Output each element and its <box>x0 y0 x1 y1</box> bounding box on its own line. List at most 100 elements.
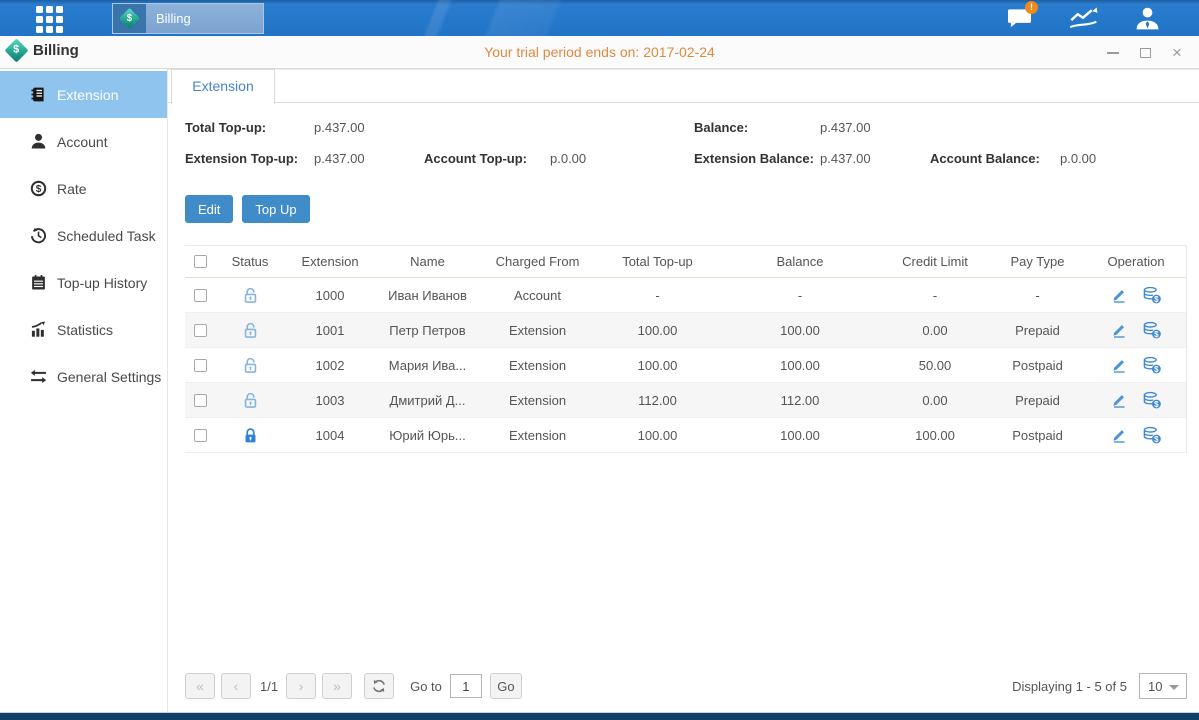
cell-extension: 1000 <box>285 288 375 303</box>
cell-balance: 112.00 <box>720 393 880 408</box>
select-all-checkbox[interactable] <box>194 255 207 268</box>
cell-total-topup: 112.00 <box>595 393 720 408</box>
sidebar-item-account[interactable]: Account <box>0 118 167 165</box>
sidebar-item-scheduled-task[interactable]: Scheduled Task <box>0 212 167 259</box>
unlocked-icon[interactable] <box>241 321 260 340</box>
chevron-down-icon <box>1169 685 1179 690</box>
next-page-button[interactable]: › <box>286 673 316 699</box>
row-checkbox[interactable] <box>194 289 207 302</box>
tab-extension[interactable]: Extension <box>171 69 275 104</box>
sidebar: Extension Account $RateScheduled TaskTop-u… <box>0 69 168 712</box>
user-icon[interactable] <box>1131 5 1163 31</box>
unlocked-icon[interactable] <box>241 391 260 410</box>
statistics-chart-icon[interactable] <box>1067 5 1099 31</box>
cell-total-topup: 100.00 <box>595 428 720 443</box>
cell-charged-from: Extension <box>480 428 595 443</box>
window-bottom-edge <box>0 712 1199 720</box>
statistics-icon <box>30 321 47 338</box>
top-up-button[interactable]: Top Up <box>242 195 309 223</box>
table-row: 1000Иван ИвановAccount----$ <box>185 278 1186 313</box>
last-page-button[interactable]: » <box>322 673 352 699</box>
cell-credit-limit: 0.00 <box>880 393 990 408</box>
edit-button[interactable]: Edit <box>185 195 233 223</box>
sidebar-item-rate[interactable]: $Rate <box>0 165 167 212</box>
refresh-button[interactable] <box>364 673 394 699</box>
maximize-button[interactable] <box>1137 45 1153 61</box>
column-header-status: Status <box>215 254 285 269</box>
unlocked-icon[interactable] <box>241 356 260 375</box>
svg-text:$: $ <box>1154 400 1159 409</box>
svg-text:$: $ <box>1154 295 1159 304</box>
cell-total-topup: 100.00 <box>595 358 720 373</box>
main-content: Extension Total Top-up: p.437.00 Balance… <box>168 69 1199 712</box>
svg-text:$: $ <box>1154 330 1159 339</box>
row-checkbox[interactable] <box>194 359 207 372</box>
balance-value: p.437.00 <box>820 120 871 135</box>
first-page-button[interactable]: « <box>185 673 215 699</box>
edit-icon[interactable] <box>1110 426 1128 444</box>
app-grid-icon[interactable] <box>36 6 68 31</box>
column-header-operation: Operation <box>1085 254 1187 269</box>
sidebar-item-label: General Settings <box>57 369 161 385</box>
column-header-pay-type: Pay Type <box>990 254 1085 269</box>
cell-balance: 100.00 <box>720 358 880 373</box>
unlocked-icon[interactable] <box>241 286 260 305</box>
cell-credit-limit: 50.00 <box>880 358 990 373</box>
locked-icon[interactable] <box>241 426 260 445</box>
svg-text:$: $ <box>1154 435 1159 444</box>
topup-icon[interactable]: $ <box>1142 425 1162 445</box>
sidebar-item-general-settings[interactable]: General Settings <box>0 353 167 400</box>
cell-total-topup: 100.00 <box>595 323 720 338</box>
page-size-value: 10 <box>1148 679 1162 694</box>
page-indicator: 1/1 <box>260 679 278 694</box>
extension-topup-label: Extension Top-up: <box>185 151 298 166</box>
messages-icon[interactable]: ! <box>1003 5 1035 31</box>
maximize-icon <box>1140 48 1151 58</box>
go-button[interactable]: Go <box>490 673 522 699</box>
sidebar-item-label: Account <box>57 134 108 150</box>
extension-topup-value: p.437.00 <box>314 151 365 166</box>
table-row: 1004Юрий Юрь...Extension100.00100.00100.… <box>185 418 1186 453</box>
sidebar-item-extension[interactable]: Extension <box>0 71 167 118</box>
table-header-row: StatusExtensionNameCharged FromTotal Top… <box>185 245 1186 278</box>
goto-page-input[interactable] <box>450 674 482 698</box>
account-balance-label: Account Balance: <box>930 151 1040 166</box>
cell-name: Петр Петров <box>375 323 480 338</box>
billing-summary: Total Top-up: p.437.00 Balance: p.437.00… <box>168 103 1199 189</box>
topup-icon[interactable]: $ <box>1142 390 1162 410</box>
tabstrip: Extension <box>168 69 1199 103</box>
row-checkbox[interactable] <box>194 324 207 337</box>
minimize-icon <box>1107 52 1119 54</box>
cell-name: Мария Ива... <box>375 358 480 373</box>
close-button[interactable]: × <box>1169 45 1185 61</box>
topup-icon[interactable]: $ <box>1142 320 1162 340</box>
column-header-balance: Balance <box>720 254 880 269</box>
edit-icon[interactable] <box>1110 356 1128 374</box>
cell-charged-from: Extension <box>480 323 595 338</box>
extension-balance-label: Extension Balance: <box>694 151 814 166</box>
sidebar-item-label: Extension <box>57 87 118 103</box>
row-checkbox[interactable] <box>194 429 207 442</box>
edit-icon[interactable] <box>1110 286 1128 304</box>
topup-icon[interactable]: $ <box>1142 355 1162 375</box>
cell-operation: $ <box>1085 320 1187 340</box>
svg-text:$: $ <box>1154 365 1159 374</box>
account-balance-value: p.0.00 <box>1060 151 1096 166</box>
cell-credit-limit: 0.00 <box>880 323 990 338</box>
sidebar-item-top-up-history[interactable]: Top-up History <box>0 259 167 306</box>
minimize-button[interactable] <box>1105 45 1121 61</box>
edit-icon[interactable] <box>1110 391 1128 409</box>
column-header-extension: Extension <box>285 254 375 269</box>
sidebar-item-statistics[interactable]: Statistics <box>0 306 167 353</box>
cell-pay-type: - <box>990 288 1085 303</box>
topup-icon[interactable]: $ <box>1142 285 1162 305</box>
cell-credit-limit: - <box>880 288 990 303</box>
row-checkbox[interactable] <box>194 394 207 407</box>
billing-app-icon: $ <box>113 4 146 33</box>
edit-icon[interactable] <box>1110 321 1128 339</box>
page-size-select[interactable]: 10 <box>1139 673 1187 699</box>
prev-page-button[interactable]: ‹ <box>221 673 251 699</box>
cell-operation: $ <box>1085 390 1187 410</box>
taskbar-tab-billing[interactable]: $ Billing <box>112 3 264 34</box>
cell-extension: 1001 <box>285 323 375 338</box>
